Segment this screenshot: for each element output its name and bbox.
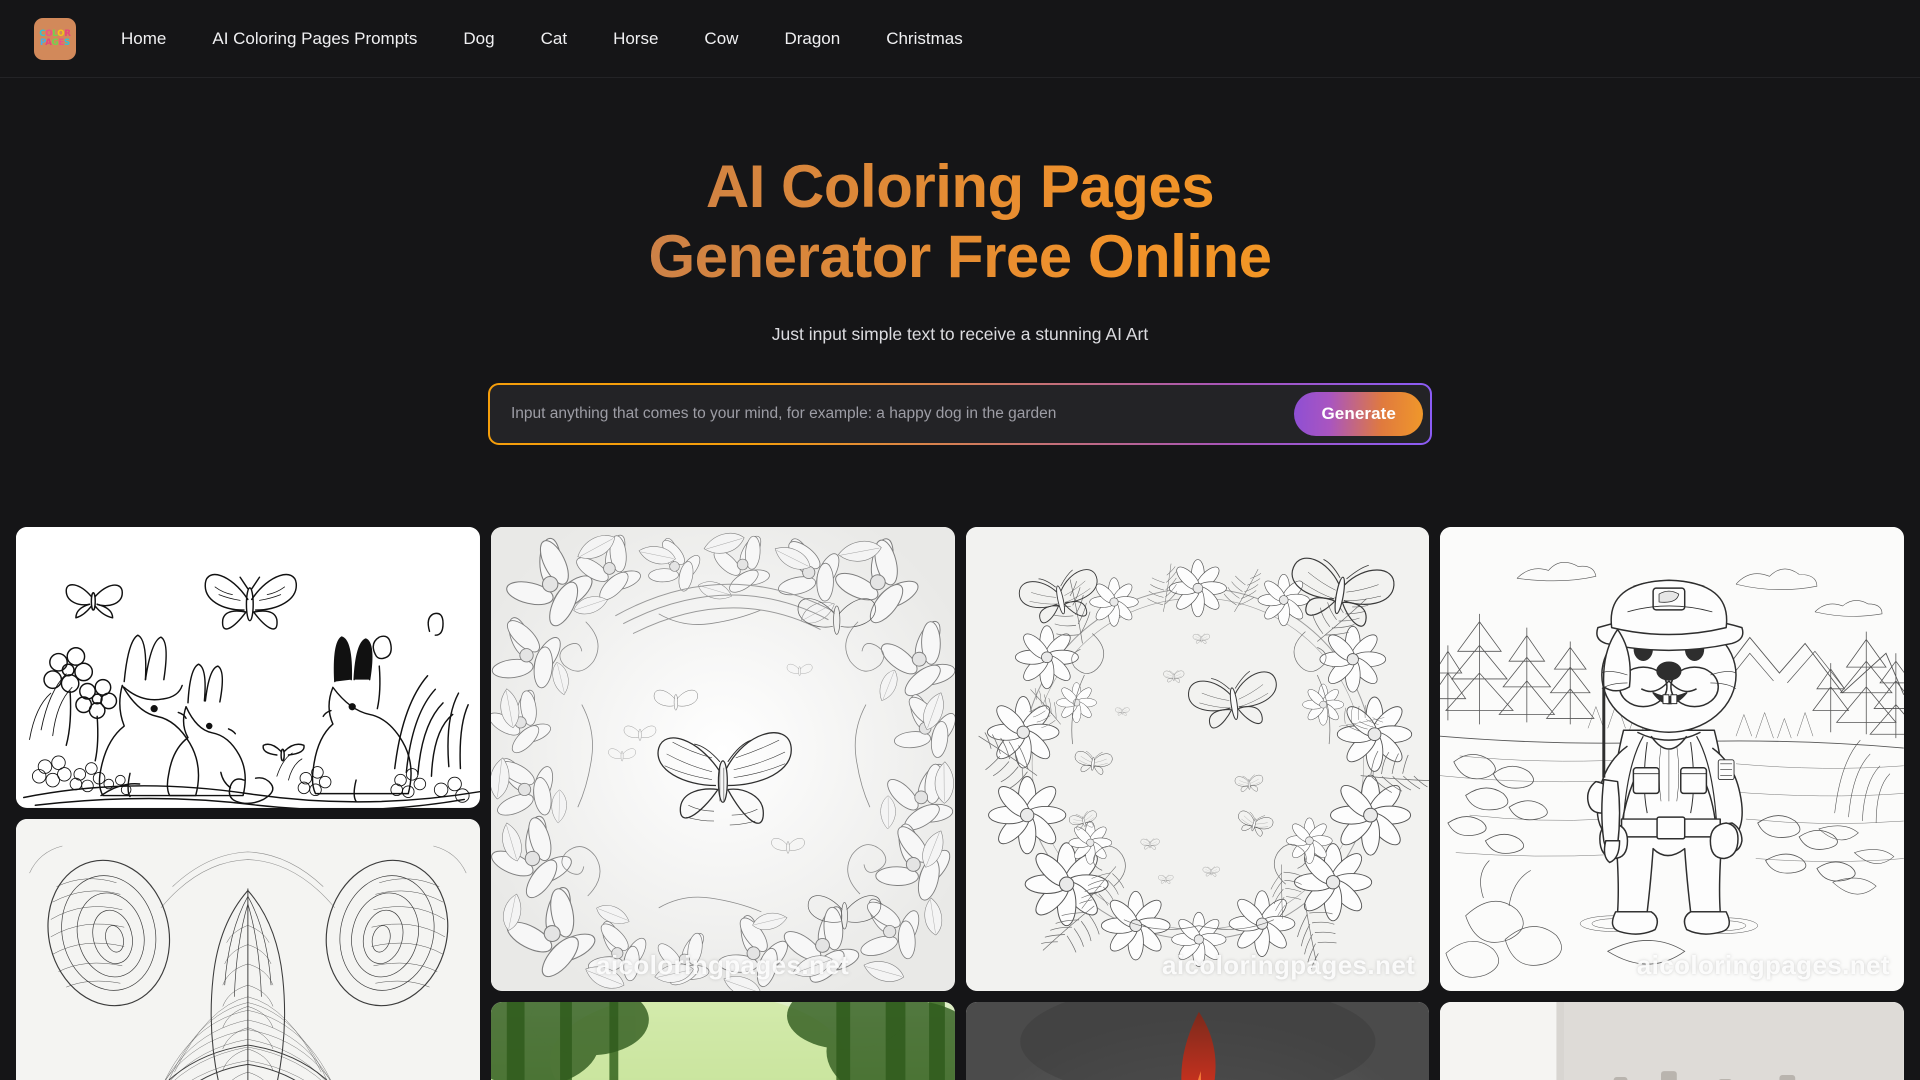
photo-interior — [1440, 1002, 1904, 1080]
gallery-column-2: aicoloringpages.net — [490, 527, 955, 1080]
hero-subtitle: Just input simple text to receive a stun… — [771, 324, 1149, 345]
coloring-art-wreath — [965, 527, 1430, 992]
gallery-card-circular-wreath-butterflies[interactable]: aicoloringpages.net — [965, 527, 1430, 992]
nav-link-cow[interactable]: Cow — [681, 21, 761, 57]
gallery-column-3: aicoloringpages.net — [965, 527, 1430, 1080]
coloring-art-mandala — [16, 818, 480, 1080]
gallery-card-dark-flame[interactable] — [965, 1002, 1430, 1080]
nav-link-christmas[interactable]: Christmas — [863, 21, 986, 57]
logo-line-2: PAGES — [40, 37, 70, 48]
gallery-card-ornate-mandala[interactable] — [16, 818, 480, 1080]
hero-section: AI Coloring Pages Generator Free Online … — [0, 78, 1920, 446]
gallery-column-4: aicoloringpages.net — [1440, 527, 1904, 1080]
gallery-card-beaver-ranger[interactable]: aicoloringpages.net — [1440, 527, 1904, 992]
photo-flame — [965, 1002, 1430, 1080]
top-navigation-bar: COLOR PAGES Home AI Coloring Pages Promp… — [0, 0, 1920, 78]
nav-link-horse[interactable]: Horse — [590, 21, 681, 57]
page-title: AI Coloring Pages Generator Free Online — [410, 152, 1510, 292]
nav-link-dog[interactable]: Dog — [440, 21, 517, 57]
nav-links: Home AI Coloring Pages Prompts Dog Cat H… — [98, 21, 986, 57]
coloring-art-floral-frame — [490, 527, 955, 992]
site-logo[interactable]: COLOR PAGES — [34, 17, 76, 60]
page-title-line-2: Generator Free Online — [648, 223, 1272, 291]
gallery-card-green-forest[interactable] — [490, 1002, 955, 1080]
coloring-art-rabbits — [16, 527, 480, 808]
gallery-card-interior-room[interactable] — [1440, 1002, 1904, 1080]
nav-link-home[interactable]: Home — [98, 21, 189, 57]
gallery-column-1 — [16, 527, 480, 1080]
page-title-line-1: AI Coloring Pages — [705, 153, 1215, 220]
nav-link-cat[interactable]: Cat — [518, 21, 590, 57]
coloring-art-beaver-ranger — [1440, 527, 1904, 992]
nav-link-dragon[interactable]: Dragon — [761, 21, 863, 57]
prompt-search-bar: Generate — [488, 383, 1432, 446]
gallery-card-rabbits-butterflies[interactable] — [16, 527, 480, 808]
nav-link-ai-coloring-pages-prompts[interactable]: AI Coloring Pages Prompts — [189, 21, 440, 57]
prompt-input[interactable] — [511, 385, 1295, 444]
image-gallery: aicoloringpages.net aicoloringpages.net … — [0, 527, 1920, 1080]
generate-button[interactable]: Generate — [1294, 392, 1423, 437]
photo-forest — [490, 1002, 955, 1080]
gallery-card-floral-frame-butterfly[interactable]: aicoloringpages.net — [490, 527, 955, 992]
prompt-search-inner: Generate — [490, 385, 1430, 444]
